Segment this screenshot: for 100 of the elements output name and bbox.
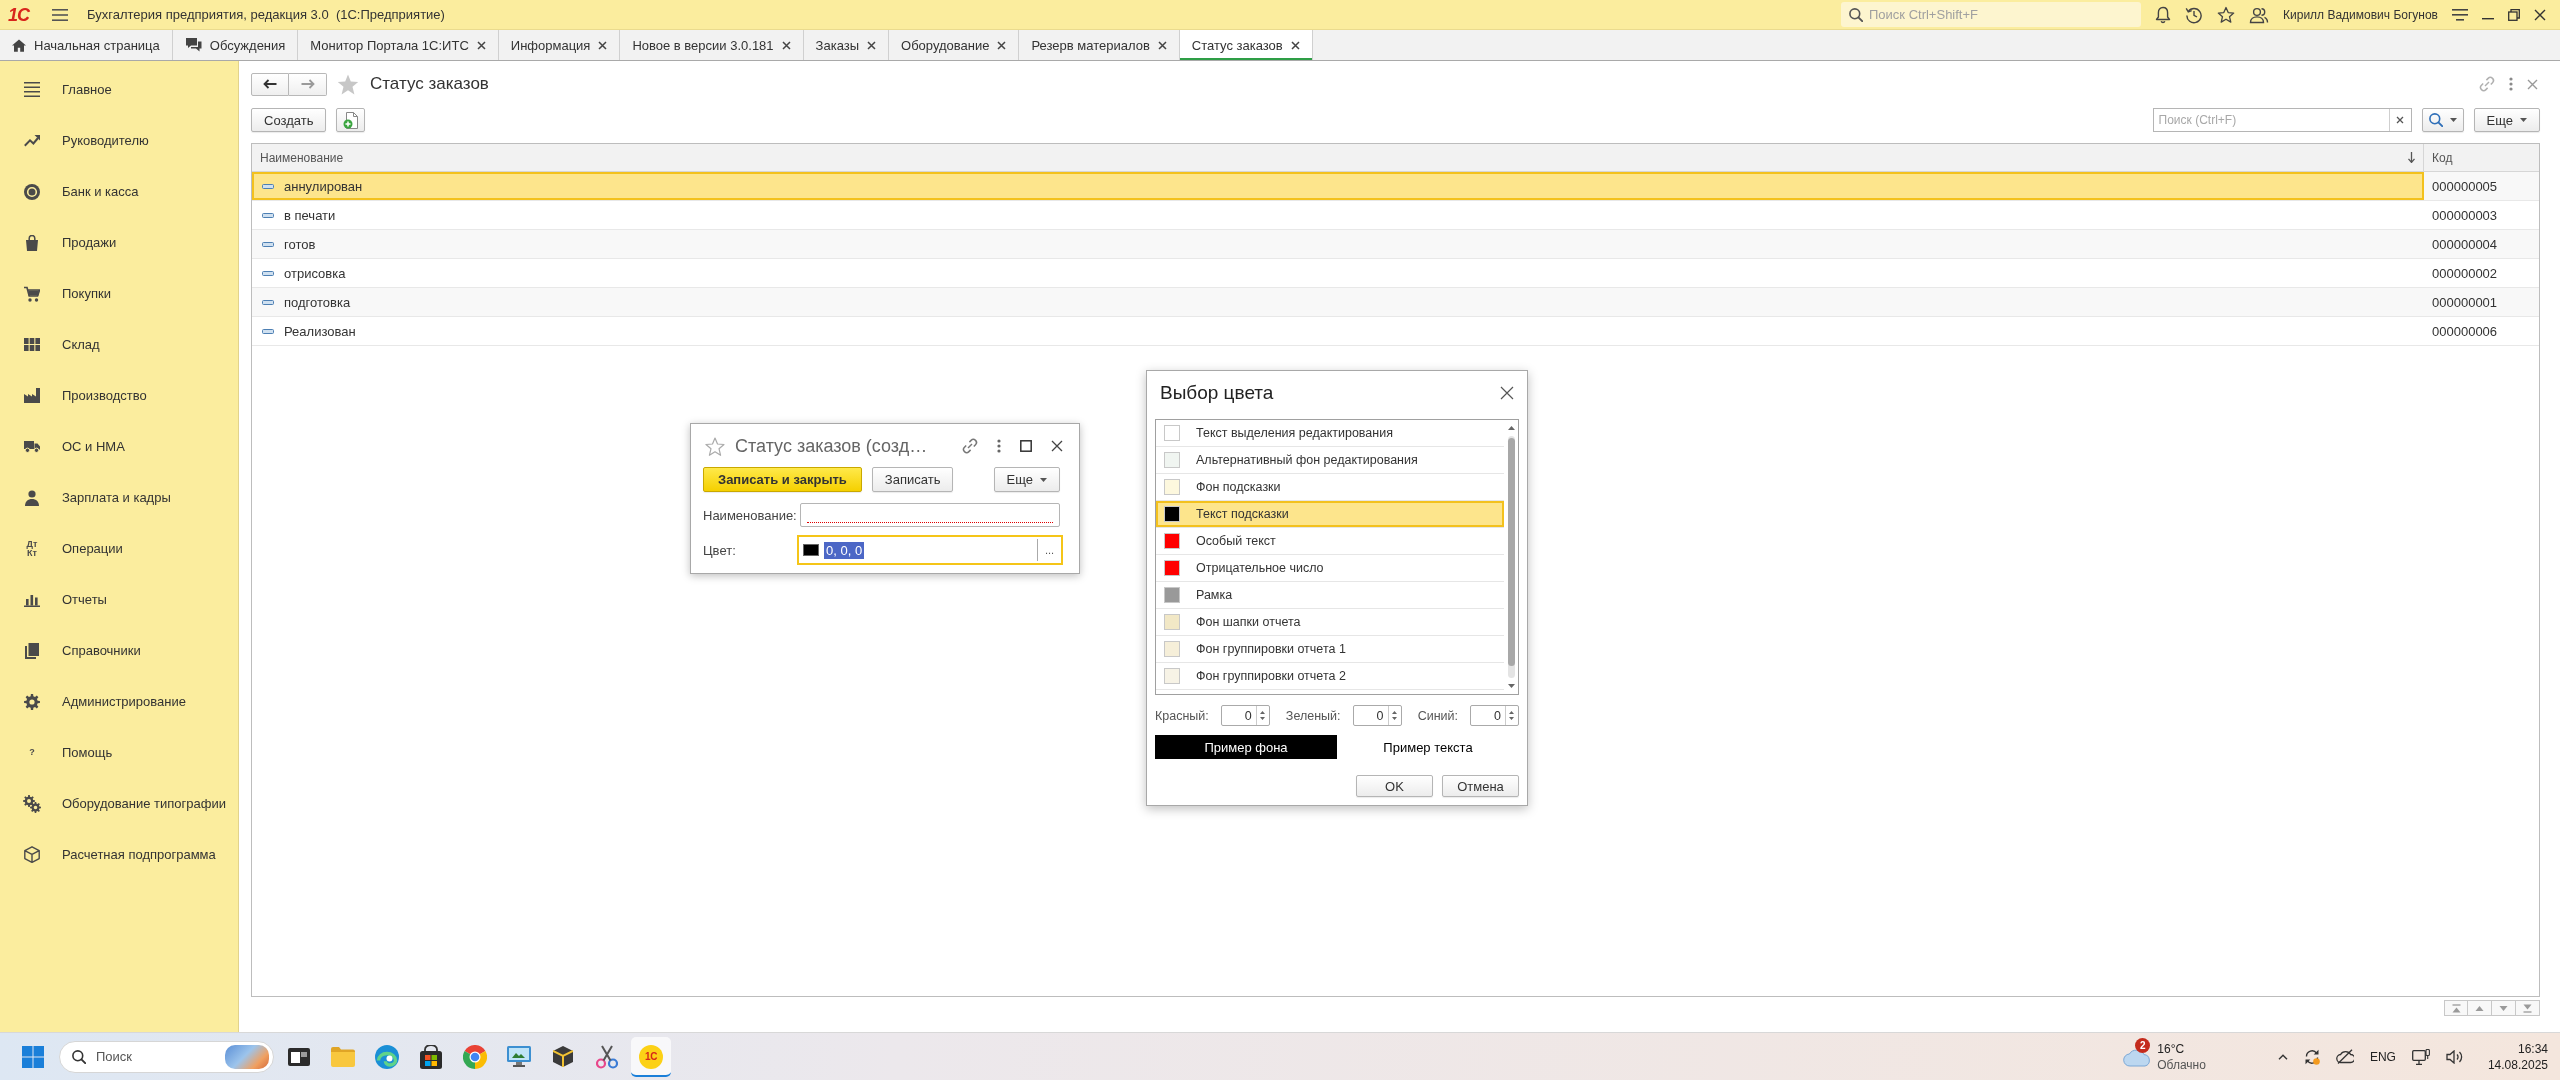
secondary-button[interactable]: Записать bbox=[871, 467, 954, 492]
menu-icon[interactable] bbox=[52, 8, 68, 21]
clear-icon[interactable] bbox=[2396, 116, 2405, 124]
users-icon[interactable] bbox=[2249, 5, 2269, 24]
table-cell[interactable]: в печати bbox=[252, 201, 2424, 229]
number-field[interactable]: 0 bbox=[1470, 705, 1519, 726]
star-icon[interactable] bbox=[2217, 5, 2235, 24]
sidebar-item[interactable]: Продажи bbox=[0, 217, 238, 268]
close-icon[interactable] bbox=[2534, 8, 2546, 21]
close-icon[interactable] bbox=[1290, 40, 1300, 50]
list-item[interactable]: Рамка bbox=[1156, 582, 1504, 609]
close-icon[interactable] bbox=[598, 40, 608, 50]
list-item[interactable]: Фон шапки отчета bbox=[1156, 609, 1504, 636]
sidebar-item[interactable]: ? Помощь bbox=[0, 727, 238, 778]
bell-icon[interactable] bbox=[2155, 5, 2171, 24]
chevron-up-icon[interactable] bbox=[2277, 1053, 2288, 1060]
sidebar-item[interactable]: ОС и НМА bbox=[0, 421, 238, 472]
clock-time[interactable]: 16:34 bbox=[2517, 1040, 2548, 1057]
save-button[interactable] bbox=[336, 108, 366, 132]
history-icon[interactable] bbox=[2185, 5, 2203, 24]
list-item[interactable]: Альтернативный фон редактирования bbox=[1156, 447, 1504, 474]
list-item[interactable]: Текст подсказки bbox=[1156, 501, 1504, 528]
scroll-up-button[interactable] bbox=[2468, 1000, 2492, 1016]
table-cell[interactable]: Реализован bbox=[252, 317, 2424, 345]
search-field[interactable]: Поиск bbox=[59, 1040, 274, 1073]
clock-date[interactable]: 14.08.2025 bbox=[2487, 1056, 2548, 1073]
close-icon[interactable] bbox=[1051, 440, 1063, 452]
sidebar-item[interactable]: Дт Кт Операции bbox=[0, 523, 238, 574]
start-icon[interactable] bbox=[22, 1045, 44, 1068]
scroll-top-button[interactable] bbox=[2444, 1000, 2468, 1016]
sidebar-item[interactable]: Руководителю bbox=[0, 115, 238, 166]
scroll-down-icon[interactable] bbox=[1507, 684, 1515, 688]
spin-arrows-icon[interactable] bbox=[1509, 710, 1515, 721]
sidebar-item[interactable]: Оборудование типографии bbox=[0, 778, 238, 829]
spin-arrows-icon[interactable] bbox=[1392, 710, 1398, 721]
maximize-icon[interactable] bbox=[1020, 440, 1032, 452]
close-icon[interactable] bbox=[997, 40, 1007, 50]
link-icon[interactable] bbox=[962, 438, 978, 454]
more-button[interactable]: Еще bbox=[2473, 108, 2540, 132]
sidebar-item[interactable]: Администрирование bbox=[0, 676, 238, 727]
sidebar-item[interactable]: Зарплата и кадры bbox=[0, 472, 238, 523]
close-icon[interactable] bbox=[476, 40, 486, 50]
search-field[interactable]: Поиск (Ctrl+F) bbox=[2152, 108, 2412, 132]
sidebar-item[interactable]: Склад bbox=[0, 319, 238, 370]
create-button[interactable]: Создать bbox=[251, 108, 327, 132]
more-icon[interactable] bbox=[2509, 77, 2513, 91]
sidebar-item[interactable]: Отчеты bbox=[0, 574, 238, 625]
star-icon[interactable] bbox=[337, 73, 359, 95]
network-icon[interactable] bbox=[2411, 1048, 2430, 1065]
close-icon[interactable] bbox=[1157, 40, 1167, 50]
scroll-bottom-button[interactable] bbox=[2516, 1000, 2540, 1016]
close-icon[interactable] bbox=[867, 40, 877, 50]
table-cell[interactable]: отрисовка bbox=[252, 259, 2424, 287]
table-cell[interactable]: готов bbox=[252, 230, 2424, 258]
more-button[interactable]: Еще bbox=[993, 467, 1060, 492]
scroll-down-button[interactable] bbox=[2492, 1000, 2516, 1016]
language-indicator[interactable]: ENG bbox=[2369, 1049, 2396, 1064]
menu-icon[interactable] bbox=[2452, 7, 2468, 22]
number-field[interactable]: 0 bbox=[1220, 705, 1270, 726]
number-field[interactable]: 0 bbox=[1352, 705, 1402, 726]
list-item[interactable]: Отрицательное число bbox=[1156, 555, 1504, 582]
sidebar-item[interactable]: Главное bbox=[0, 64, 238, 115]
search-button[interactable] bbox=[2421, 108, 2464, 132]
text-field[interactable] bbox=[800, 503, 1060, 527]
more-icon[interactable] bbox=[997, 439, 1001, 453]
search-input[interactable]: Поиск bbox=[96, 1046, 215, 1067]
tab[interactable]: Статус заказов bbox=[1179, 30, 1313, 60]
list-item[interactable]: Особый текст bbox=[1156, 528, 1504, 555]
close-icon[interactable] bbox=[781, 40, 791, 50]
list-item[interactable]: Фон группировки отчета 1 bbox=[1156, 636, 1504, 663]
column-header[interactable]: Наименование bbox=[252, 144, 2424, 171]
spin-arrows-icon[interactable] bbox=[1260, 710, 1266, 721]
sidebar-item[interactable]: Расчетная подпрограмма bbox=[0, 829, 238, 880]
speaker-icon[interactable] bbox=[2445, 1049, 2464, 1064]
scroll-up-icon[interactable] bbox=[1507, 426, 1515, 430]
column-header[interactable]: Код bbox=[2424, 144, 2539, 171]
minimize-icon[interactable] bbox=[2482, 17, 2494, 20]
sidebar-item[interactable]: Справочники bbox=[0, 625, 238, 676]
choose-button[interactable]: ... bbox=[1037, 539, 1061, 561]
close-icon[interactable] bbox=[1500, 386, 1514, 400]
sidebar-item[interactable]: Банк и касса bbox=[0, 166, 238, 217]
crossed-cloud-icon[interactable] bbox=[2335, 1049, 2354, 1064]
color-field[interactable]: 0, 0, 0 ... bbox=[797, 535, 1063, 565]
list-item[interactable]: Текст выделения редактирования bbox=[1156, 420, 1504, 447]
sidebar-item[interactable]: Производство bbox=[0, 370, 238, 421]
sync-icon[interactable] bbox=[2303, 1048, 2320, 1065]
search-input[interactable]: Поиск Ctrl+Shift+F bbox=[1869, 4, 2133, 25]
search-field[interactable]: Поиск Ctrl+Shift+F bbox=[1841, 2, 2141, 27]
table-cell[interactable]: подготовка bbox=[252, 288, 2424, 316]
star-icon[interactable] bbox=[705, 436, 725, 456]
search-input[interactable]: Поиск (Ctrl+F) bbox=[2153, 110, 2389, 130]
user-name[interactable]: Кирилл Вадимович Богунов bbox=[2283, 7, 2438, 22]
restore-icon[interactable] bbox=[2508, 8, 2520, 21]
ok-button[interactable]: OK bbox=[1356, 775, 1433, 797]
back-button[interactable] bbox=[251, 72, 289, 96]
sidebar-item[interactable]: Покупки bbox=[0, 268, 238, 319]
cancel-button[interactable]: Отмена bbox=[1442, 775, 1519, 797]
primary-button[interactable]: Записать и закрыть bbox=[703, 467, 862, 492]
list-item[interactable]: Фон группировки отчета 2 bbox=[1156, 663, 1504, 690]
table-cell[interactable]: аннулирован bbox=[252, 172, 2424, 200]
